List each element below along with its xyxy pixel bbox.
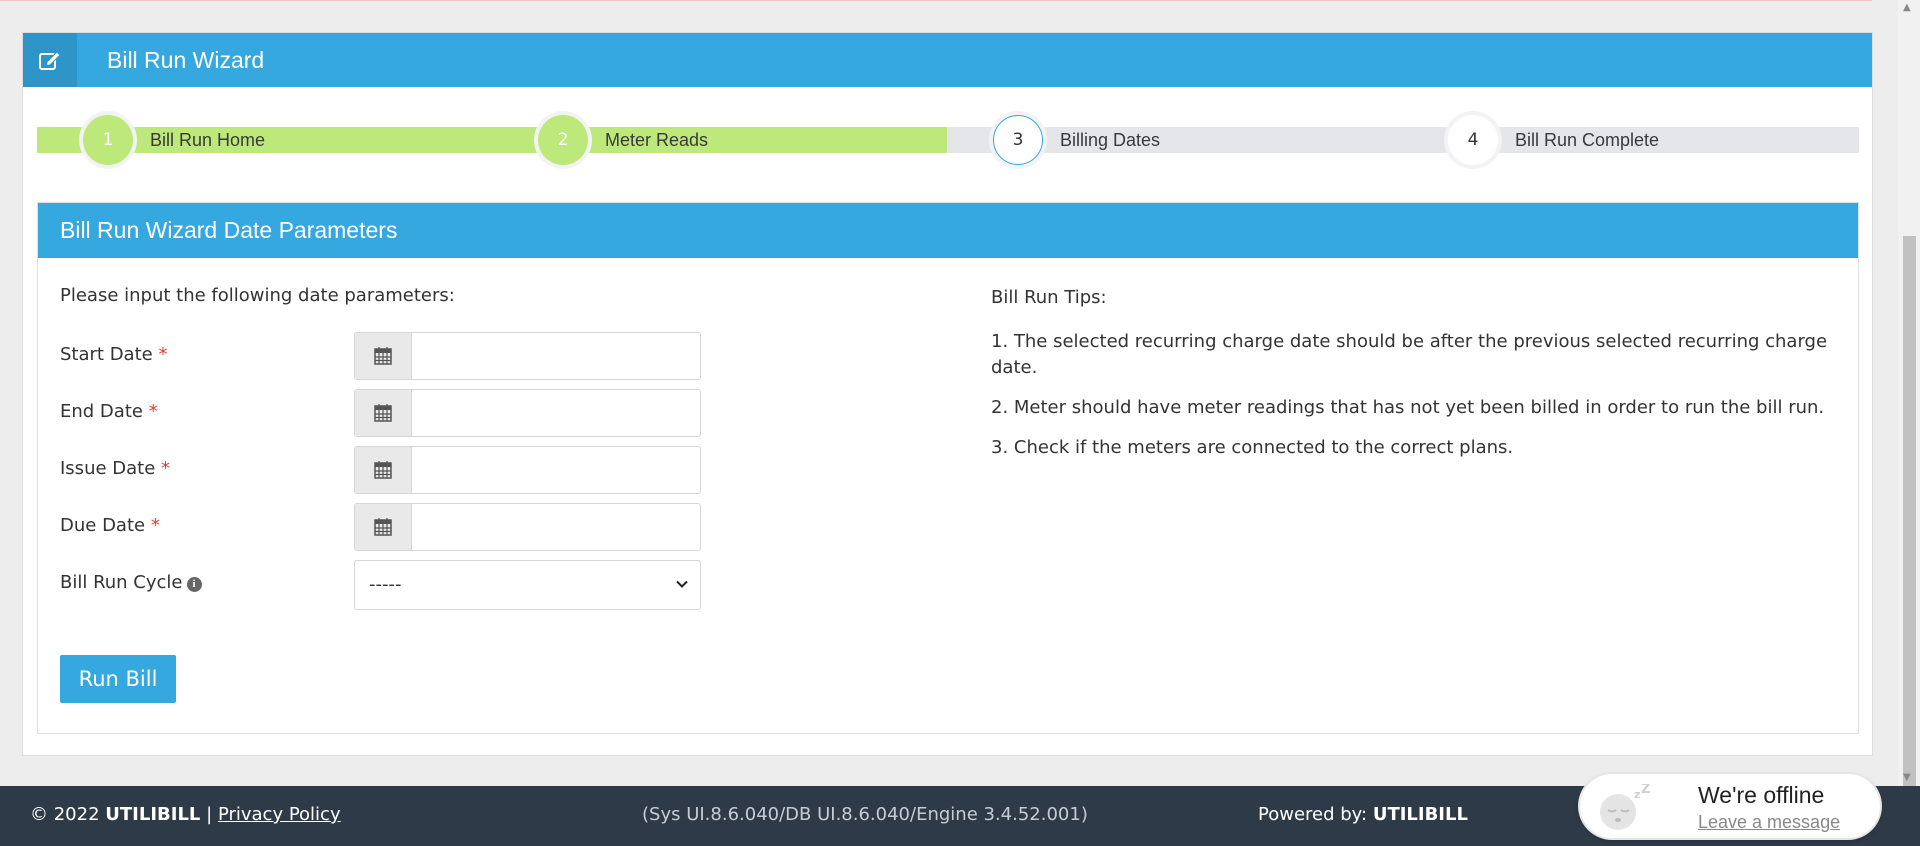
field-label-text: Due Date	[60, 515, 146, 536]
start-date-row: Start Date *	[60, 332, 701, 380]
step-number: 1	[83, 115, 133, 165]
wizard-step-meter-reads[interactable]: 2 Meter Reads	[492, 111, 947, 165]
field-label-text: Bill Run Cycle	[60, 572, 183, 593]
step-number: 3	[993, 115, 1043, 165]
run-bill-button[interactable]: Run Bill	[60, 655, 176, 703]
required-mark: *	[150, 515, 160, 536]
step-label: Bill Run Home	[150, 130, 266, 150]
form-intro: Please input the following date paramete…	[60, 285, 455, 306]
svg-text:Z: Z	[1641, 784, 1650, 797]
bill-run-cycle-select[interactable]: -----	[354, 560, 701, 610]
end-date-input[interactable]	[354, 389, 701, 437]
version-info: (Sys UI.8.6.040/DB UI.8.6.040/Engine 3.4…	[642, 804, 1088, 825]
field-label-text: Start Date	[60, 344, 153, 365]
step-label: Bill Run Complete	[1515, 130, 1660, 150]
panel-header: Bill Run Wizard	[23, 33, 1872, 87]
scrollbar-thumb[interactable]	[1903, 236, 1916, 786]
end-date-row: End Date *	[60, 389, 701, 437]
start-date-label: Start Date *	[60, 344, 167, 365]
bill-run-wizard-panel: Bill Run Wizard 1 Bill Run Home 2 Meter …	[22, 32, 1873, 756]
wizard-step-bill-run-complete[interactable]: 4 Bill Run Complete	[1402, 111, 1859, 165]
required-mark: *	[148, 401, 158, 422]
sleeping-face-icon: z Z	[1600, 784, 1650, 830]
issue-date-label: Issue Date *	[60, 458, 170, 479]
step-number: 4	[1448, 115, 1498, 165]
scroll-up-arrow-icon[interactable]: ▲	[1903, 2, 1911, 14]
footer-copyright: © 2022 UTILIBILL | Privacy Policy	[30, 804, 341, 825]
footer-separator: |	[206, 804, 213, 825]
powered-by-brand: UTILIBILL	[1372, 804, 1468, 825]
wizard-step-bill-run-home[interactable]: 1 Bill Run Home	[37, 111, 492, 165]
date-parameters-heading: Bill Run Wizard Date Parameters	[38, 203, 1858, 258]
field-label-text: Issue Date	[60, 458, 156, 479]
calendar-icon[interactable]	[355, 333, 412, 379]
due-date-row: Due Date *	[60, 503, 701, 551]
copyright-text: © 2022	[30, 804, 100, 825]
scroll-down-arrow-icon[interactable]: ▼	[1903, 772, 1911, 784]
tip-item: 2. Meter should have meter readings that…	[991, 397, 1825, 418]
powered-by: Powered by: UTILIBILL	[1258, 804, 1468, 825]
end-date-label: End Date *	[60, 401, 158, 422]
tip-item: 3. Check if the meters are connected to …	[991, 437, 1514, 458]
page-scrollbar[interactable]: ▲ ▼	[1898, 0, 1920, 786]
wizard-progress: 1 Bill Run Home 2 Meter Reads 3 Billing …	[37, 111, 1859, 165]
powered-by-label: Powered by:	[1258, 804, 1368, 825]
step-label: Billing Dates	[1060, 130, 1161, 150]
issue-date-input[interactable]	[354, 446, 701, 494]
calendar-icon[interactable]	[355, 447, 412, 493]
due-date-label: Due Date *	[60, 515, 160, 536]
required-mark: *	[161, 458, 171, 479]
due-date-input[interactable]	[354, 503, 701, 551]
tip-item: 1. The selected recurring charge date sh…	[991, 331, 1828, 378]
issue-date-row: Issue Date *	[60, 446, 701, 494]
bill-run-tips: Bill Run Tips: 1. The selected recurring…	[991, 285, 1841, 475]
calendar-icon[interactable]	[355, 504, 412, 550]
field-label-text: End Date	[60, 401, 143, 422]
leave-message-link[interactable]: Leave a message	[1698, 812, 1840, 833]
panel-title: Bill Run Wizard	[107, 46, 265, 73]
date-parameters-panel: Bill Run Wizard Date Parameters Please i…	[37, 202, 1859, 734]
tips-title: Bill Run Tips:	[991, 287, 1107, 308]
svg-text:z: z	[1634, 788, 1640, 801]
step-number: 2	[538, 115, 588, 165]
top-alert-strip	[0, 0, 1872, 1]
start-date-input[interactable]	[354, 332, 701, 380]
bill-run-cycle-row: Bill Run Cycle i -----	[60, 560, 701, 610]
required-mark: *	[158, 344, 168, 365]
step-label: Meter Reads	[605, 130, 709, 150]
select-value: -----	[369, 574, 402, 595]
footer-brand: UTILIBILL	[105, 804, 201, 825]
edit-icon	[23, 33, 77, 87]
info-icon[interactable]: i	[186, 576, 202, 592]
chevron-down-icon	[676, 580, 688, 588]
chat-status: We're offline	[1698, 782, 1825, 808]
calendar-icon[interactable]	[355, 390, 412, 436]
bill-run-cycle-label: Bill Run Cycle i	[60, 572, 202, 593]
chat-widget[interactable]: z Z We're offline Leave a message	[1580, 774, 1880, 838]
privacy-policy-link[interactable]: Privacy Policy	[218, 804, 341, 825]
wizard-step-billing-dates[interactable]: 3 Billing Dates	[947, 111, 1402, 165]
